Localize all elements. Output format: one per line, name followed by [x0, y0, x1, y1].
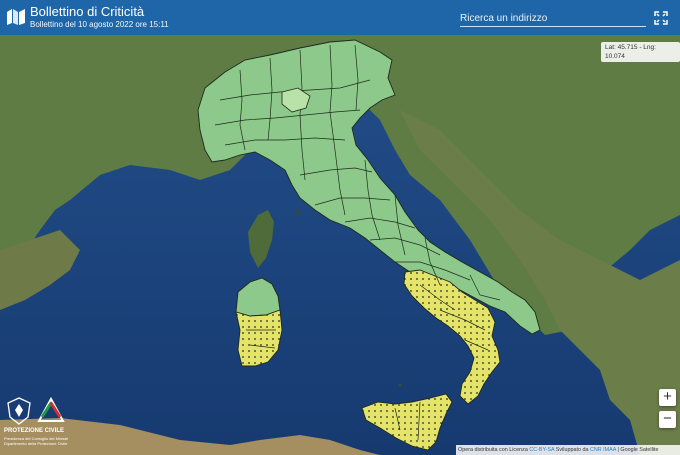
developer-link[interactable]: CNR IMAA [590, 447, 616, 453]
brand-subtitle: Presidenza del Consiglio dei Ministri Di… [4, 436, 70, 446]
zoom-in-button[interactable]: + [659, 389, 676, 406]
map-view[interactable] [0, 0, 680, 455]
brand-name: PROTEZIONE CIVILE [4, 428, 65, 434]
emblem-icon [7, 397, 31, 425]
bulletin-date: Bollettino del 10 agosto 2022 ore 15:11 [30, 20, 169, 29]
page-title: Bollettino di Criticità [30, 4, 145, 19]
map-icon [7, 9, 25, 25]
zoom-out-button[interactable]: − [659, 411, 676, 428]
brand-line-2: Dipartimento della Protezione Civile [4, 441, 68, 446]
attrib-prefix: Opera distribuita con Licenza [458, 447, 530, 453]
island-ustica [398, 383, 402, 387]
expand-icon[interactable] [654, 11, 668, 25]
search-input[interactable]: Ricerca un indirizzo [460, 12, 646, 27]
header-bar: Bollettino di Criticità Bollettino del 1… [0, 0, 680, 35]
attrib-suffix: | Google Satellite [616, 447, 659, 453]
island-elba [296, 210, 300, 214]
license-link[interactable]: CC-BY-SA [529, 447, 554, 453]
map-attribution: Opera distribuita con Licenza CC-BY-SA S… [456, 445, 680, 455]
attrib-middle: Sviluppato da [554, 447, 590, 453]
coordinates-readout: Lat: 45.715 - Lng: 10.074 [601, 42, 680, 62]
protezione-civile-logo-icon [37, 396, 65, 422]
